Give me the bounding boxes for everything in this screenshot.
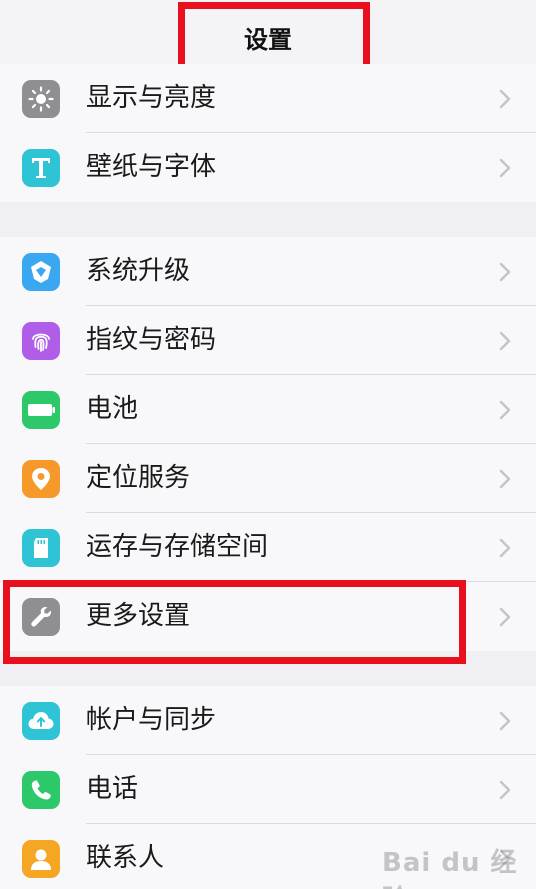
watermark-text: Bai du 经验 bbox=[382, 848, 518, 889]
settings-item-system-upgrade[interactable]: 系统升级 bbox=[0, 237, 536, 306]
chevron-right-icon bbox=[499, 780, 511, 800]
chevron-right-icon bbox=[499, 158, 511, 178]
fingerprint-icon bbox=[22, 322, 60, 360]
chevron-right-icon bbox=[499, 538, 511, 558]
brightness-icon bbox=[22, 80, 60, 118]
chevron-right-icon bbox=[499, 469, 511, 489]
settings-item-label: 显示与亮度 bbox=[86, 83, 217, 113]
more-settings-highlight-box bbox=[3, 580, 466, 664]
chevron-right-icon bbox=[499, 711, 511, 731]
settings-item-label: 电池 bbox=[86, 394, 139, 424]
settings-group-display: 显示与亮度 壁纸与字体 bbox=[0, 64, 536, 202]
settings-item-phone[interactable]: 电话 bbox=[0, 755, 536, 824]
chevron-right-icon bbox=[499, 607, 511, 627]
settings-item-fingerprint[interactable]: 指纹与密码 bbox=[0, 306, 536, 375]
chevron-right-icon bbox=[499, 262, 511, 282]
settings-item-label: 指纹与密码 bbox=[86, 325, 217, 355]
location-pin-icon bbox=[22, 460, 60, 498]
settings-item-label: 联系人 bbox=[86, 843, 165, 873]
settings-item-display[interactable]: 显示与亮度 bbox=[0, 64, 536, 133]
settings-item-label: 壁纸与字体 bbox=[86, 152, 217, 182]
cloud-sync-icon bbox=[22, 702, 60, 740]
chevron-right-icon bbox=[499, 331, 511, 351]
contact-person-icon bbox=[22, 840, 60, 878]
sd-card-icon bbox=[22, 529, 60, 567]
chevron-right-icon bbox=[499, 89, 511, 109]
text-t-icon bbox=[22, 149, 60, 187]
settings-item-wallpaper[interactable]: 壁纸与字体 bbox=[0, 133, 536, 202]
settings-item-location[interactable]: 定位服务 bbox=[0, 444, 536, 513]
settings-item-accounts[interactable]: 帐户与同步 bbox=[0, 686, 536, 755]
upgrade-cube-icon bbox=[22, 253, 60, 291]
settings-item-battery[interactable]: 电池 bbox=[0, 375, 536, 444]
baidu-watermark: Bai du 经验 bbox=[382, 826, 536, 889]
settings-item-label: 定位服务 bbox=[86, 463, 191, 493]
battery-icon bbox=[22, 391, 60, 429]
settings-item-label: 帐户与同步 bbox=[86, 705, 217, 735]
phone-icon bbox=[22, 771, 60, 809]
settings-item-label: 运存与存储空间 bbox=[86, 532, 269, 562]
chevron-right-icon bbox=[499, 400, 511, 420]
settings-item-label: 系统升级 bbox=[86, 256, 191, 286]
settings-item-label: 电话 bbox=[86, 774, 139, 804]
settings-item-storage[interactable]: 运存与存储空间 bbox=[0, 513, 536, 582]
